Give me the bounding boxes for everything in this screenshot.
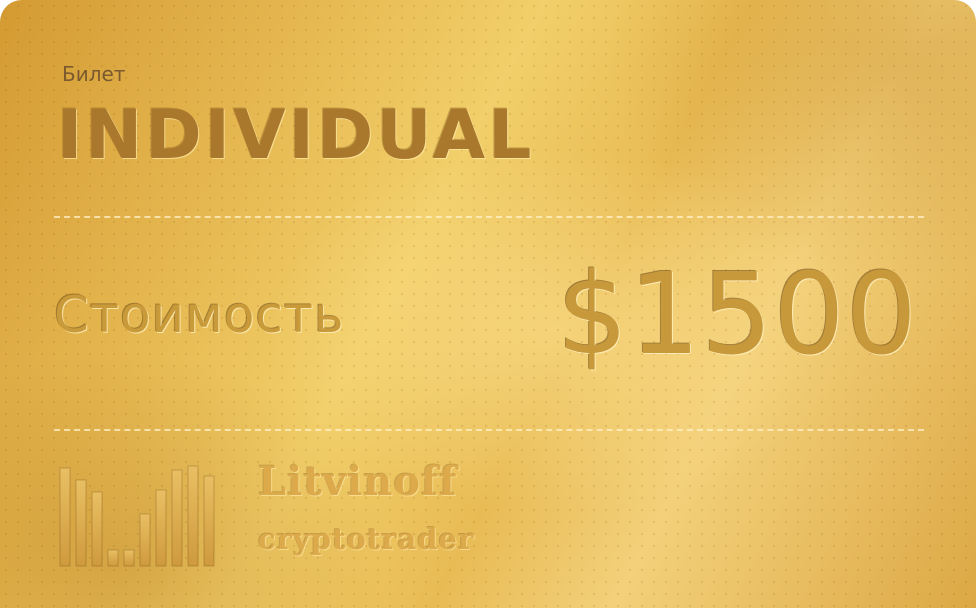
ticket-label: Билет bbox=[62, 62, 126, 86]
brand-name: Litvinoff bbox=[258, 458, 458, 505]
bar-chart-logo-icon bbox=[59, 465, 215, 567]
divider-bottom bbox=[54, 429, 924, 431]
brand-subtitle: cryptotrader bbox=[258, 522, 475, 556]
price-value: $1500 bbox=[556, 250, 918, 380]
ticket-card: Билет INDIVIDUAL Стоимость $1500 Litvino… bbox=[0, 0, 976, 608]
divider-top bbox=[54, 216, 924, 218]
price-label: Стоимость bbox=[54, 286, 345, 344]
ticket-type-title: INDIVIDUAL bbox=[57, 96, 535, 175]
